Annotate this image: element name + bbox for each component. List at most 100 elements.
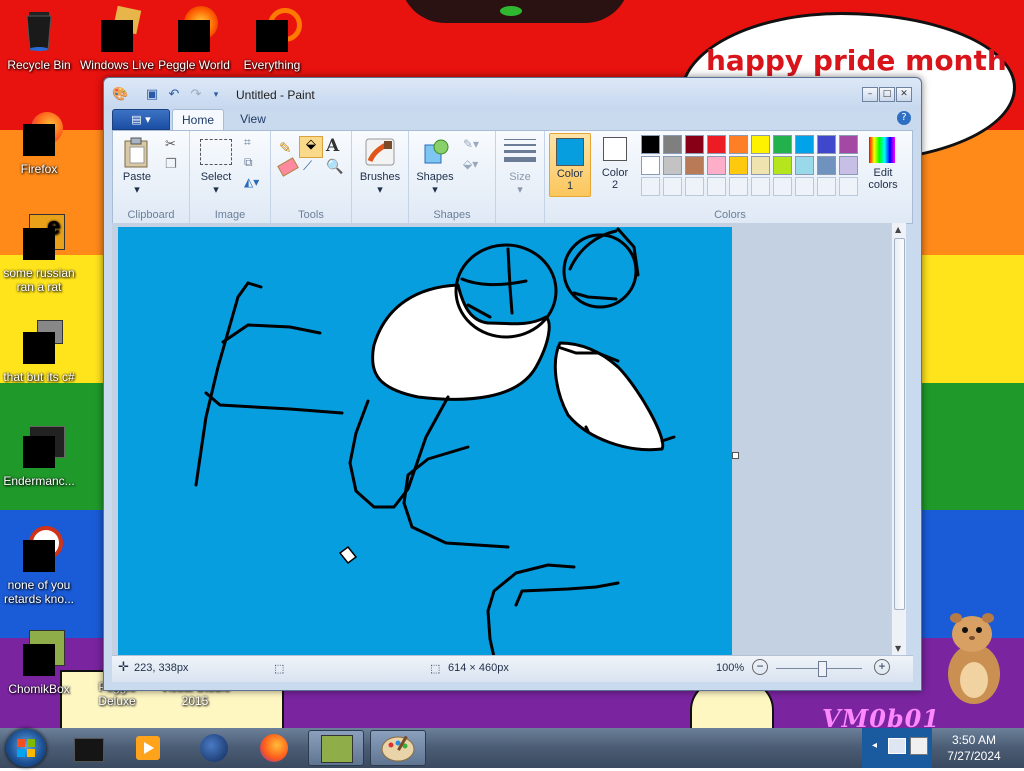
- fill-style-icon[interactable]: ⬙▾: [463, 157, 478, 171]
- drawing-canvas[interactable]: [118, 227, 732, 657]
- palette-swatch[interactable]: [817, 135, 836, 154]
- palette-swatch[interactable]: [839, 156, 858, 175]
- canvas-resize-handle[interactable]: [732, 452, 739, 459]
- select-icon[interactable]: [200, 139, 232, 165]
- palette-swatch[interactable]: [751, 156, 770, 175]
- palette-swatch[interactable]: [707, 156, 726, 175]
- desktop-icon-that-but-csharp[interactable]: that but its c#: [0, 318, 78, 384]
- maximize-button[interactable]: □: [879, 87, 895, 102]
- paste-icon[interactable]: [123, 137, 151, 168]
- edit-colors-button[interactable]: Edit colors: [863, 133, 903, 195]
- save-icon[interactable]: ▣: [144, 87, 160, 103]
- taskbar-paint-icon[interactable]: [370, 730, 426, 766]
- scroll-up-icon[interactable]: ▲: [895, 225, 901, 234]
- cut-icon[interactable]: ✂: [165, 137, 176, 152]
- close-button[interactable]: ✕: [896, 87, 912, 102]
- undo-icon[interactable]: ↶: [166, 87, 182, 103]
- canvas-workspace[interactable]: ▲ ▼: [112, 223, 906, 657]
- desktop-icon-chomikbox[interactable]: ChomikBox: [0, 630, 78, 696]
- pencil-icon[interactable]: ✎: [279, 139, 292, 157]
- scroll-down-icon[interactable]: ▼: [895, 644, 901, 653]
- palette-swatch[interactable]: [729, 156, 748, 175]
- size-button[interactable]: Size: [496, 171, 544, 183]
- palette-swatch-empty[interactable]: [641, 177, 660, 196]
- taskbar-globe-icon[interactable]: [186, 730, 242, 766]
- start-button[interactable]: [6, 729, 46, 767]
- paste-button[interactable]: Paste: [117, 171, 157, 183]
- zoom-in-button[interactable]: +: [874, 659, 890, 675]
- title-bar[interactable]: 🎨 ▣ ↶ ↷ ▾ Untitled - Paint – □ ✕: [104, 78, 921, 110]
- brushes-button[interactable]: Brushes: [354, 171, 406, 183]
- brush-icon[interactable]: [364, 137, 396, 167]
- help-icon[interactable]: ?: [897, 111, 911, 125]
- palette-swatch[interactable]: [751, 135, 770, 154]
- taskbar-chomikbox-icon[interactable]: [308, 730, 364, 766]
- palette-swatch-empty[interactable]: [663, 177, 682, 196]
- color-picker-icon[interactable]: ⟋: [303, 159, 312, 174]
- palette-swatch[interactable]: [663, 135, 682, 154]
- desktop-icon-everything[interactable]: Everything: [233, 6, 311, 72]
- palette-swatch[interactable]: [795, 156, 814, 175]
- desktop-icon-none-of-you[interactable]: none of you retards kno...: [0, 526, 78, 606]
- color1-button[interactable]: Color 1: [549, 133, 591, 197]
- redo-icon[interactable]: ↷: [188, 87, 204, 103]
- palette-swatch-empty[interactable]: [751, 177, 770, 196]
- palette-swatch[interactable]: [839, 135, 858, 154]
- tab-view[interactable]: View: [230, 109, 276, 129]
- palette-swatch-empty[interactable]: [707, 177, 726, 196]
- palette-swatch-empty[interactable]: [773, 177, 792, 196]
- resize-icon[interactable]: ⧉: [244, 155, 253, 170]
- palette-swatch-empty[interactable]: [795, 177, 814, 196]
- shapes-icon[interactable]: [421, 137, 449, 167]
- chevron-down-icon[interactable]: ▾: [413, 183, 457, 196]
- copy-icon[interactable]: ❐: [165, 157, 177, 172]
- palette-swatch[interactable]: [641, 156, 660, 175]
- outline-icon[interactable]: ✎▾: [463, 137, 479, 151]
- taskbar-media-player-icon[interactable]: [120, 730, 176, 766]
- palette-swatch-empty[interactable]: [839, 177, 858, 196]
- palette-swatch[interactable]: [817, 156, 836, 175]
- select-button[interactable]: Select: [196, 171, 236, 183]
- customize-qat-icon[interactable]: ▾: [208, 87, 224, 103]
- scrollbar-thumb[interactable]: [894, 238, 905, 610]
- color2-button[interactable]: Color 2: [595, 133, 635, 195]
- desktop-icon-recycle-bin[interactable]: Recycle Bin: [0, 6, 78, 72]
- chevron-down-icon[interactable]: ▾: [354, 183, 406, 196]
- palette-swatch[interactable]: [685, 156, 704, 175]
- palette-swatch[interactable]: [729, 135, 748, 154]
- chevron-down-icon[interactable]: ▾: [117, 183, 157, 196]
- zoom-slider-thumb[interactable]: [818, 661, 827, 677]
- palette-swatch[interactable]: [795, 135, 814, 154]
- palette-swatch-empty[interactable]: [685, 177, 704, 196]
- palette-swatch[interactable]: [773, 156, 792, 175]
- paint-app-icon[interactable]: 🎨: [112, 87, 128, 103]
- size-icon[interactable]: [504, 139, 536, 162]
- text-icon[interactable]: A: [326, 136, 339, 156]
- fill-icon[interactable]: ⬙: [299, 136, 323, 158]
- palette-swatch-empty[interactable]: [729, 177, 748, 196]
- palette-swatch[interactable]: [641, 135, 660, 154]
- clock[interactable]: 3:50 AM 7/27/2024: [932, 732, 1016, 764]
- palette-swatch[interactable]: [685, 135, 704, 154]
- show-hidden-icons-icon[interactable]: ◂: [872, 740, 877, 751]
- network-icon[interactable]: [888, 738, 906, 754]
- magnifier-icon[interactable]: 🔍: [326, 159, 343, 175]
- desktop-icon-firefox[interactable]: Firefox: [0, 110, 78, 176]
- tab-home[interactable]: Home: [172, 109, 224, 130]
- palette-swatch-empty[interactable]: [817, 177, 836, 196]
- eraser-icon[interactable]: [277, 157, 299, 177]
- vertical-scrollbar[interactable]: ▲ ▼: [891, 223, 906, 655]
- taskbar-app-icon[interactable]: [60, 730, 116, 766]
- desktop-icon-endermanch[interactable]: Endermanc...: [0, 422, 78, 488]
- paint-menu-button[interactable]: ▤ ▾: [112, 109, 170, 130]
- chevron-down-icon[interactable]: ▾: [196, 183, 236, 196]
- rotate-icon[interactable]: ◭▾: [244, 175, 259, 189]
- palette-swatch[interactable]: [663, 156, 682, 175]
- palette-swatch[interactable]: [707, 135, 726, 154]
- chevron-down-icon[interactable]: ▾: [496, 183, 544, 196]
- minimize-button[interactable]: –: [862, 87, 878, 102]
- desktop-icon-windows-live[interactable]: Windows Live: [78, 5, 156, 72]
- shapes-button[interactable]: Shapes: [413, 171, 457, 183]
- desktop-icon-peggle-world[interactable]: Peggle World: [155, 6, 233, 72]
- desktop-icon-some-russian[interactable]: e some russian ran a rat: [0, 214, 78, 294]
